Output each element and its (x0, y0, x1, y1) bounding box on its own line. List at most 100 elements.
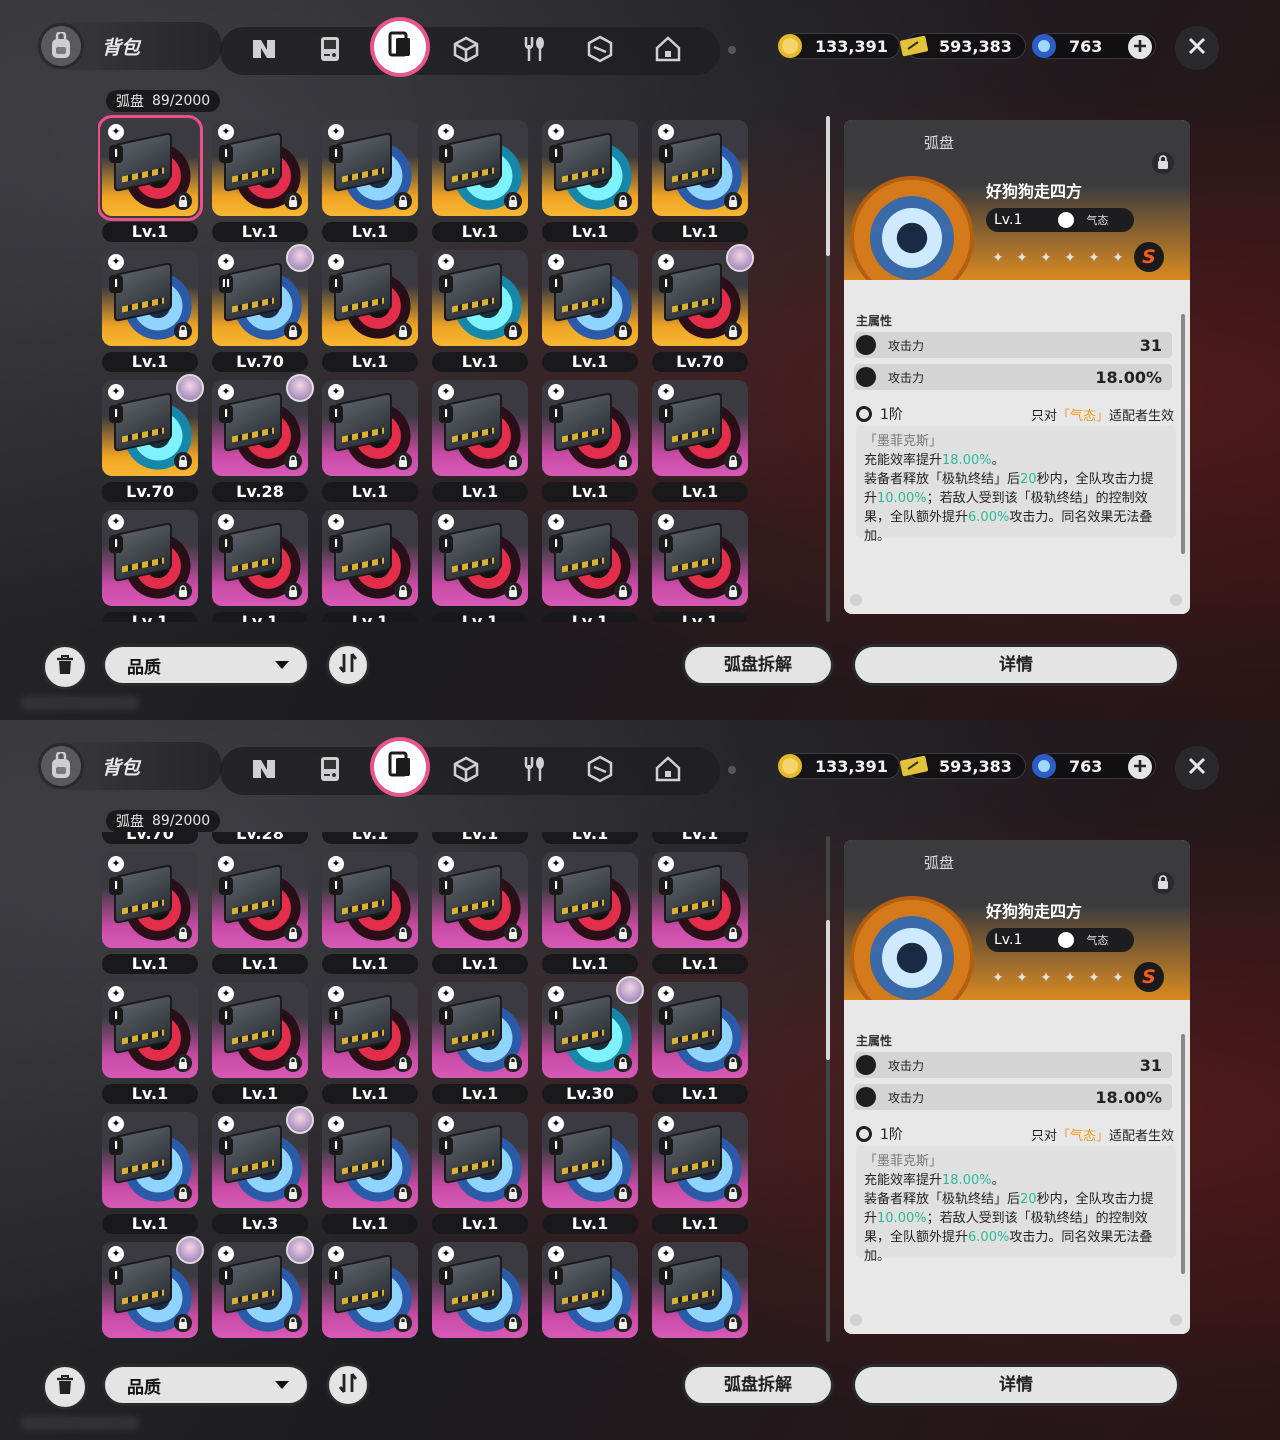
drive-disc-item[interactable]: ✦ILv.1 (428, 376, 532, 502)
drive-disc-item[interactable]: ✦ILv.1 (318, 848, 422, 974)
drive-disc-item[interactable]: ✦ I Lv.30 (538, 976, 644, 1104)
drive-disc-item[interactable]: ✦ILv.70 (648, 244, 754, 372)
drive-disc-item[interactable]: ✦ILv.70 (98, 374, 204, 502)
drive-disc-item[interactable]: ✦ILv.28 (208, 832, 312, 844)
tab-agents[interactable] (246, 33, 282, 69)
drive-disc-item[interactable]: ✦ILv.1 (428, 848, 532, 974)
disc-grid[interactable]: ✦ILv.70✦ILv.28✦ILv.1✦ILv.1✦ILv.1✦ILv.1✦I… (98, 832, 758, 1342)
tab-bangboo[interactable] (312, 33, 348, 69)
sort-order-button[interactable] (326, 643, 370, 687)
grid-scrollbar[interactable] (826, 836, 830, 1342)
drive-disc-item[interactable]: ✦ILv.1 (208, 978, 312, 1104)
drive-disc-item[interactable]: ✦ILv.1 (98, 1108, 202, 1234)
sort-order-button[interactable] (326, 1363, 370, 1407)
disc-level: Lv.1 (212, 612, 308, 622)
effect-set-name: 「墨菲克斯」 (864, 434, 943, 449)
main-stats-title: 主属性 (856, 314, 893, 328)
drive-disc-item[interactable]: ✦ILv.1 (98, 978, 202, 1104)
tab-materials[interactable] (448, 753, 484, 789)
drive-disc-item[interactable]: ✦ILv.1 (428, 832, 532, 844)
drive-disc-item[interactable]: ✦ILv.1 (318, 978, 422, 1104)
drive-disc-item[interactable]: ✦ I (648, 1238, 752, 1342)
drive-disc-item[interactable]: ✦ILv.1 (98, 506, 202, 622)
drive-disc-item[interactable]: ✦ I (538, 1238, 642, 1342)
grid-scrollbar-thumb[interactable] (826, 116, 830, 256)
dismantle-button[interactable]: 弧盘拆解 (682, 644, 834, 686)
drive-disc-item[interactable]: ✦ILv.1 (648, 848, 752, 974)
tab-food[interactable] (516, 753, 552, 789)
drive-disc-item[interactable]: ✦ I Lv.3 (208, 1106, 314, 1234)
tab-items[interactable] (582, 753, 618, 789)
drive-disc-item[interactable]: ✦ILv.1 (538, 246, 642, 372)
tab-bangboo[interactable] (312, 753, 348, 789)
tab-drive-discs[interactable] (374, 21, 426, 73)
drive-disc-item[interactable]: ✦ILv.1 (538, 506, 642, 622)
drive-disc-item[interactable]: ✦ I (318, 1238, 422, 1342)
drive-disc-item[interactable]: ✦ II Lv.70 (208, 244, 314, 372)
drive-disc-item[interactable]: ✦ILv.1 (538, 848, 642, 974)
drive-disc-item[interactable]: ✦ILv.1 (208, 506, 312, 622)
drive-disc-item[interactable]: ✦ILv.1 (98, 115, 203, 242)
drive-disc-item[interactable]: ✦ILv.1 (538, 832, 642, 844)
drive-disc-item[interactable]: ✦ILv.1 (648, 506, 752, 622)
close-button[interactable] (1175, 26, 1219, 70)
tab-food[interactable] (516, 33, 552, 69)
tab-agents[interactable] (246, 753, 282, 789)
detail-scrollbar[interactable] (1181, 314, 1185, 554)
drive-disc-item[interactable]: ✦ILv.1 (318, 832, 422, 844)
drive-disc-item[interactable]: ✦ILv.1 (318, 246, 422, 372)
close-button[interactable] (1175, 746, 1219, 790)
drive-disc-item[interactable]: ✦ILv.1 (648, 116, 752, 242)
drive-disc-item[interactable]: ✦ I (208, 1236, 314, 1342)
drive-disc-item[interactable]: ✦ILv.1 (208, 116, 312, 242)
drive-disc-item[interactable]: ✦ILv.1 (98, 246, 202, 372)
drive-disc-item[interactable]: ✦ILv.1 (428, 1108, 532, 1234)
drive-disc-item[interactable]: ✦ILv.1 (538, 116, 642, 242)
discard-button[interactable] (42, 644, 88, 690)
discard-button[interactable] (42, 1364, 88, 1410)
dismantle-button[interactable]: 弧盘拆解 (682, 1364, 834, 1406)
drive-disc-item[interactable]: ✦ILv.1 (318, 1108, 422, 1234)
drive-disc-item[interactable]: ✦ILv.1 (648, 978, 752, 1104)
drive-disc-item[interactable]: ✦ILv.1 (538, 376, 642, 502)
details-button[interactable]: 详情 (852, 644, 1180, 686)
star-icon: ✦ (1016, 250, 1028, 266)
drive-disc-item[interactable]: ✦ILv.1 (648, 832, 752, 844)
drive-disc-item[interactable]: ✦ILv.70 (98, 832, 202, 844)
drive-disc-item[interactable]: ✦ILv.1 (318, 376, 422, 502)
add-currency-button[interactable] (1128, 755, 1152, 779)
grid-scrollbar-thumb[interactable] (826, 920, 830, 1060)
tab-drive-discs[interactable] (374, 741, 426, 793)
drive-disc-item[interactable]: ✦ILv.1 (428, 246, 532, 372)
details-button[interactable]: 详情 (852, 1364, 1180, 1406)
detail-lock-button[interactable] (1152, 872, 1174, 894)
tab-items[interactable] (582, 33, 618, 69)
quality-filter-select[interactable]: 品质 (102, 644, 310, 686)
disc-grid[interactable]: ✦ I Lv.1 ✦ I Lv.1 ✦ I Lv.1 ✦ I Lv.1 ✦ I Lv.1 ✦ I Lv.1 ✦ I Lv… (98, 112, 758, 622)
drive-disc-item[interactable]: ✦ILv.1 (98, 848, 202, 974)
drive-disc-item[interactable]: ✦ILv.28 (208, 374, 314, 502)
detail-scrollbar[interactable] (1181, 1034, 1185, 1274)
tab-furniture[interactable] (650, 753, 686, 789)
drive-disc-item[interactable]: ✦ILv.1 (428, 116, 532, 242)
drive-disc-item[interactable]: ✦ I (98, 1236, 204, 1342)
drive-disc-item[interactable]: ✦ I (428, 1238, 532, 1342)
add-currency-button[interactable] (1128, 35, 1152, 59)
drive-disc-item[interactable]: ✦ILv.1 (538, 1108, 642, 1234)
drive-disc-item[interactable]: ✦ILv.1 (648, 1108, 752, 1234)
tab-materials[interactable] (448, 33, 484, 69)
ticket-icon (897, 751, 931, 781)
equipped-agent-avatar (616, 976, 644, 1004)
slot-number: I (439, 1007, 453, 1025)
tab-furniture[interactable] (650, 33, 686, 69)
lock-icon (724, 1314, 742, 1332)
detail-lock-button[interactable] (1152, 152, 1174, 174)
ether-attribute-icon (1058, 932, 1075, 948)
drive-disc-item[interactable]: ✦ILv.1 (428, 506, 532, 622)
quality-filter-select[interactable]: 品质 (102, 1364, 310, 1406)
drive-disc-item[interactable]: ✦ILv.1 (318, 506, 422, 622)
drive-disc-item[interactable]: ✦ILv.1 (208, 848, 312, 974)
drive-disc-item[interactable]: ✦ILv.1 (318, 116, 422, 242)
drive-disc-item[interactable]: ✦ILv.1 (428, 978, 532, 1104)
drive-disc-item[interactable]: ✦ILv.1 (648, 376, 752, 502)
